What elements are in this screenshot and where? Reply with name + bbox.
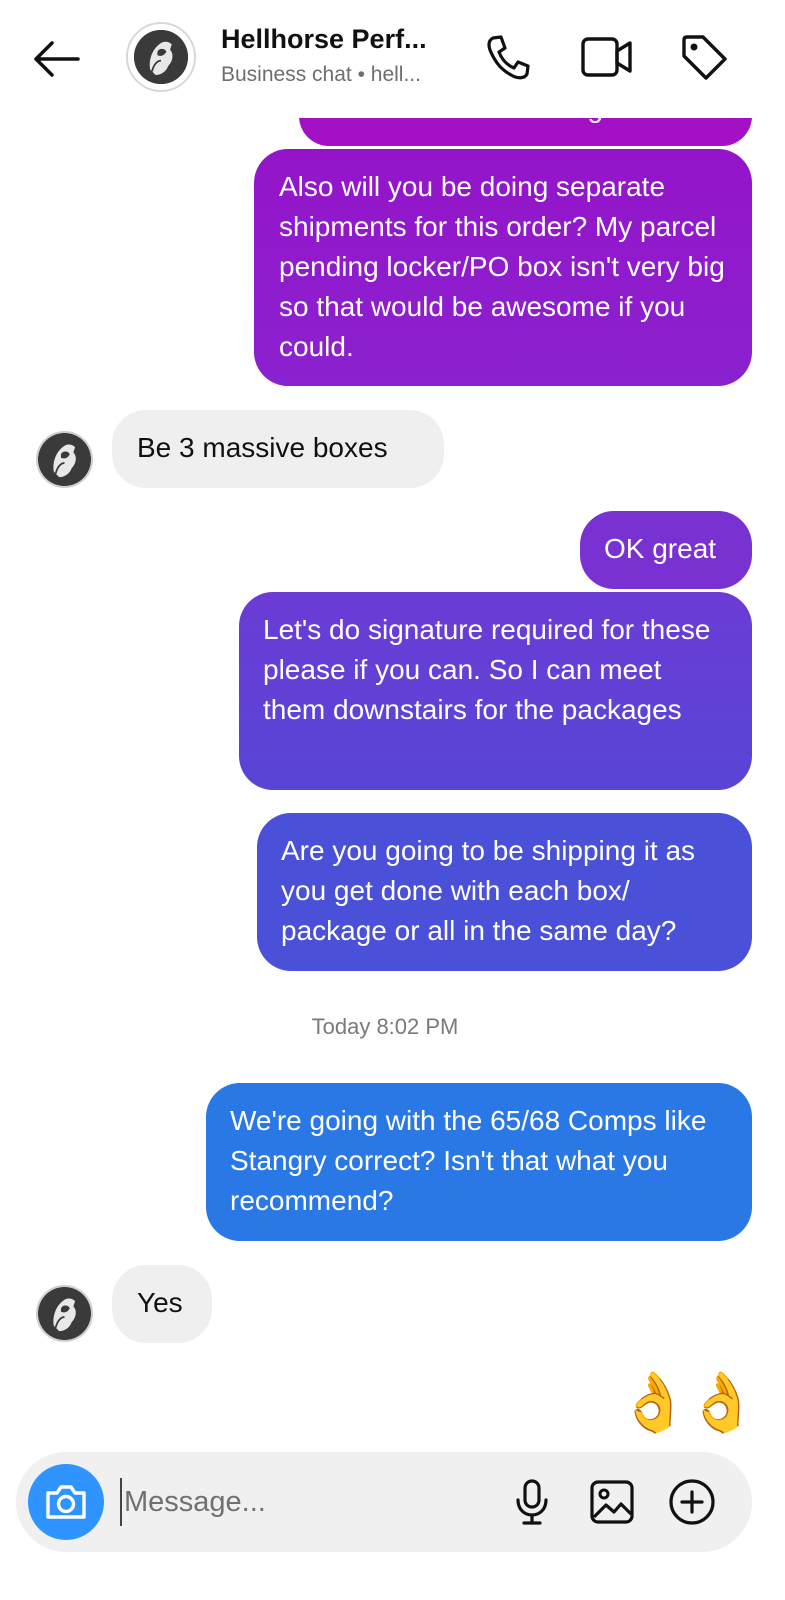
camera-button[interactable] (28, 1464, 104, 1540)
outgoing-message[interactable]: Are you going to be shipping it as you g… (257, 813, 752, 971)
horse-logo-icon (134, 30, 188, 84)
camera-icon (46, 1485, 86, 1519)
incoming-message[interactable]: Yes (112, 1265, 212, 1343)
horse-logo-icon (38, 433, 91, 486)
contact-avatar[interactable] (36, 431, 93, 488)
horse-logo-icon (38, 1287, 91, 1340)
message-timestamp: Today 8:02 PM (311, 1014, 459, 1039)
header-avatar[interactable] (126, 22, 196, 92)
contact-avatar[interactable] (36, 1285, 93, 1342)
outgoing-message[interactable]: Also will you be doing separate shipment… (254, 149, 752, 386)
microphone-icon (516, 1479, 548, 1525)
arrow-left-icon (34, 41, 80, 77)
image-icon (590, 1480, 634, 1524)
outgoing-message[interactable]: OK great (580, 511, 752, 589)
call-button[interactable] (481, 30, 535, 84)
contact-name[interactable]: Hellhorse Perf... (221, 24, 451, 55)
message-input[interactable] (120, 1478, 480, 1526)
tag-icon (682, 35, 727, 80)
contact-subtitle: Business chat • hell... (221, 63, 421, 86)
phone-icon (487, 35, 530, 80)
back-button[interactable] (30, 36, 82, 82)
outgoing-message[interactable]: Let's do signature required for these pl… (239, 592, 752, 790)
chat-header: Hellhorse Perf... Business chat • hell..… (0, 0, 785, 118)
label-button[interactable] (677, 30, 731, 84)
plus-circle-icon (669, 1479, 715, 1525)
video-camera-icon (581, 37, 632, 77)
outgoing-message[interactable]: We're going with the 65/68 Comps like St… (206, 1083, 752, 1241)
more-options-button[interactable] (666, 1476, 718, 1528)
gallery-button[interactable] (586, 1476, 638, 1528)
chat-screen: address though. Also will you be doing s… (0, 0, 785, 1600)
ok-hand-emoji-message[interactable]: 👌👌 (614, 1366, 758, 1440)
voice-message-button[interactable] (506, 1476, 558, 1528)
video-call-button[interactable] (580, 30, 634, 84)
incoming-message[interactable]: Be 3 massive boxes (112, 410, 444, 488)
message-composer (16, 1452, 752, 1552)
